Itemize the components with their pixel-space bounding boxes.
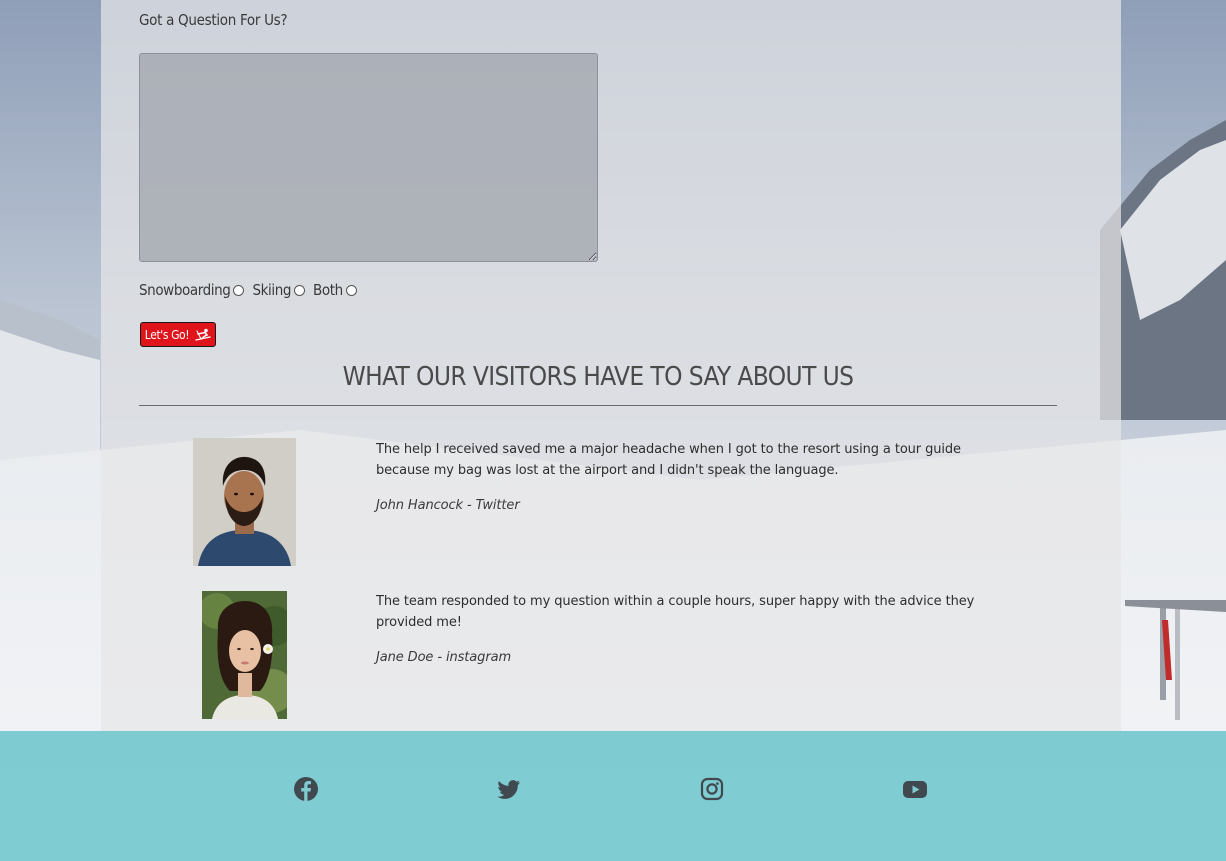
question-textarea[interactable] xyxy=(139,53,598,262)
radio-snowboarding[interactable] xyxy=(233,285,245,296)
question-label: Got a Question For Us? xyxy=(139,11,288,29)
testimonial-text-1: The help I received saved me a major hea… xyxy=(376,442,961,478)
avatar-man-portrait xyxy=(193,438,296,566)
testimonials-divider xyxy=(139,405,1057,406)
skiing-icon xyxy=(195,328,211,341)
radio-label-skiing: Skiing xyxy=(252,281,292,299)
testimonial-text-2: The team responded to my question within… xyxy=(376,594,975,630)
footer xyxy=(0,731,1226,861)
testimonial-author-1: John Hancock - Twitter xyxy=(376,498,520,513)
radio-label-both: Both xyxy=(313,281,343,299)
lets-go-button[interactable]: Let's Go! xyxy=(140,322,216,347)
youtube-icon[interactable] xyxy=(902,776,928,802)
lets-go-label: Let's Go! xyxy=(144,327,190,342)
radio-skiing[interactable] xyxy=(294,285,306,296)
instagram-icon[interactable] xyxy=(699,776,725,802)
testimonial-author-2: Jane Doe - instagram xyxy=(376,650,512,665)
twitter-icon[interactable] xyxy=(496,776,522,802)
facebook-icon[interactable] xyxy=(293,776,319,802)
radio-label-snowboarding: Snowboarding xyxy=(139,281,231,299)
activity-radio-group: Snowboarding Skiing Both xyxy=(139,281,365,299)
avatar-woman-portrait xyxy=(202,591,287,719)
testimonials-title: WHAT OUR VISITORS HAVE TO SAY ABOUT US xyxy=(342,362,854,392)
radio-both[interactable] xyxy=(345,285,357,296)
